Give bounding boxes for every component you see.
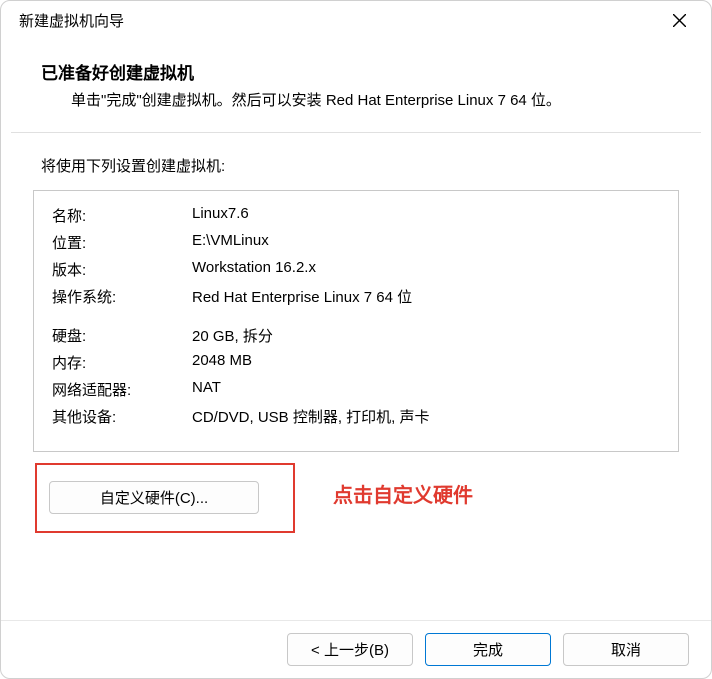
settings-key: 网络适配器: [52, 379, 192, 400]
cancel-label: 取消 [611, 642, 641, 659]
settings-row: 操作系统:Red Hat Enterprise Linux 7 64 位 [52, 286, 660, 307]
settings-box: 名称:Linux7.6位置:E:\VMLinux版本:Workstation 1… [33, 190, 679, 452]
annotation-text: 点击自定义硬件 [333, 479, 473, 508]
settings-value: Linux7.6 [192, 205, 660, 226]
settings-value: Red Hat Enterprise Linux 7 64 位 [192, 286, 660, 307]
settings-key: 版本: [52, 259, 192, 280]
close-icon [673, 14, 686, 27]
settings-key: 其他设备: [52, 406, 192, 427]
annotation-box: 自定义硬件(C)... [35, 463, 295, 533]
settings-key: 硬盘: [52, 325, 192, 346]
settings-value: 20 GB, 拆分 [192, 325, 660, 346]
wizard-header: 已准备好创建虚拟机 单击"完成"创建虚拟机。然后可以安装 Red Hat Ent… [1, 39, 711, 132]
settings-value: NAT [192, 379, 660, 400]
header-description: 单击"完成"创建虚拟机。然后可以安装 Red Hat Enterprise Li… [41, 90, 671, 112]
settings-key: 内存: [52, 352, 192, 373]
settings-row: 硬盘:20 GB, 拆分 [52, 325, 660, 346]
settings-value: 2048 MB [192, 352, 660, 373]
settings-value: E:\VMLinux [192, 232, 660, 253]
wizard-body: 将使用下列设置创建虚拟机: 名称:Linux7.6位置:E:\VMLinux版本… [1, 133, 711, 620]
settings-value: CD/DVD, USB 控制器, 打印机, 声卡 [192, 406, 660, 427]
window-title: 新建虚拟机向导 [19, 10, 124, 31]
settings-row: 位置:E:\VMLinux [52, 232, 660, 253]
header-title: 已准备好创建虚拟机 [41, 59, 671, 84]
settings-prompt: 将使用下列设置创建虚拟机: [41, 155, 671, 176]
settings-row: 名称:Linux7.6 [52, 205, 660, 226]
finish-label: 完成 [473, 642, 503, 659]
wizard-footer: < 上一步(B) 完成 取消 [1, 620, 711, 678]
close-button[interactable] [659, 5, 699, 35]
cancel-button[interactable]: 取消 [563, 633, 689, 666]
finish-button[interactable]: 完成 [425, 633, 551, 666]
settings-row: 网络适配器:NAT [52, 379, 660, 400]
back-label: < 上一步(B) [311, 642, 389, 659]
settings-key: 操作系统: [52, 286, 192, 307]
wizard-dialog: 新建虚拟机向导 已准备好创建虚拟机 单击"完成"创建虚拟机。然后可以安装 Red… [0, 0, 712, 679]
customize-hardware-button[interactable]: 自定义硬件(C)... [49, 481, 259, 514]
titlebar: 新建虚拟机向导 [1, 1, 711, 39]
customize-hardware-label: 自定义硬件(C)... [100, 487, 208, 508]
settings-value: Workstation 16.2.x [192, 259, 660, 280]
settings-row: 版本:Workstation 16.2.x [52, 259, 660, 280]
settings-key: 名称: [52, 205, 192, 226]
settings-key: 位置: [52, 232, 192, 253]
settings-row: 其他设备:CD/DVD, USB 控制器, 打印机, 声卡 [52, 406, 660, 427]
back-button[interactable]: < 上一步(B) [287, 633, 413, 666]
settings-row: 内存:2048 MB [52, 352, 660, 373]
